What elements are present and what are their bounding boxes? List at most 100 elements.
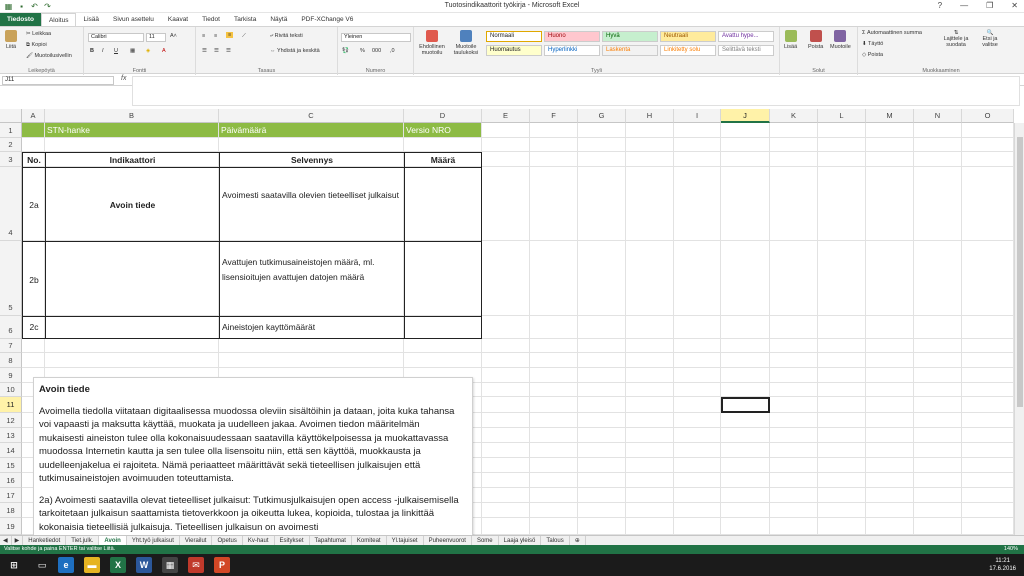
sheet-tab[interactable]: Esitykset [275, 536, 310, 545]
row-header-5[interactable]: 5 [0, 241, 22, 316]
grid-cell[interactable] [482, 428, 530, 443]
grid-cell[interactable] [818, 316, 866, 339]
grid-cell[interactable] [674, 473, 721, 488]
grid-cell[interactable] [962, 167, 1014, 241]
grid-cell[interactable] [962, 368, 1014, 383]
grid-cell[interactable] [674, 428, 721, 443]
grid-cell[interactable] [45, 353, 219, 368]
grid-cell[interactable] [626, 316, 674, 339]
cell-style-7[interactable]: Laskenta [602, 45, 658, 56]
grid-cell[interactable] [626, 458, 674, 473]
grid-cell[interactable] [914, 397, 962, 413]
grid-cell[interactable] [866, 488, 914, 503]
grid-cell[interactable] [530, 473, 578, 488]
row-header-6[interactable]: 6 [0, 316, 22, 339]
grid-cell[interactable] [674, 413, 721, 428]
column-header-n[interactable]: N [914, 109, 962, 123]
grid-cell[interactable] [721, 316, 770, 339]
grid-cell[interactable] [914, 123, 962, 138]
grid-cell[interactable] [818, 138, 866, 152]
column-header-a[interactable]: A [22, 109, 45, 123]
grid-cell[interactable] [770, 316, 818, 339]
grid-cell[interactable] [818, 353, 866, 368]
grid-cell[interactable] [578, 473, 626, 488]
grid-cell[interactable] [721, 152, 770, 167]
grid-cell[interactable] [482, 353, 530, 368]
grid-cell[interactable] [530, 383, 578, 397]
grid-cell[interactable] [482, 413, 530, 428]
grid-cell[interactable] [626, 383, 674, 397]
grid-cell[interactable] [721, 518, 770, 535]
grid-cell[interactable] [866, 458, 914, 473]
task-view-icon[interactable]: ▭ [34, 557, 50, 573]
grid-cell[interactable] [914, 413, 962, 428]
grid-cell[interactable] [482, 152, 530, 167]
row-header-8[interactable]: 8 [0, 353, 22, 368]
grid-cell[interactable] [721, 503, 770, 518]
grid-cell[interactable] [866, 473, 914, 488]
cell-style-0[interactable]: Normaali [486, 31, 542, 42]
grid-cell[interactable] [530, 167, 578, 241]
grid-cell[interactable] [219, 138, 404, 152]
grid-cell[interactable] [530, 152, 578, 167]
grid-cell[interactable] [674, 503, 721, 518]
grid-cell[interactable] [578, 443, 626, 458]
grid-cell[interactable] [818, 428, 866, 443]
sheet-tab[interactable]: Yl.tajuiset [387, 536, 424, 545]
grid-cell[interactable] [674, 241, 721, 316]
minimize-icon[interactable]: — [960, 1, 968, 10]
info-textbox[interactable]: Avoin tiede Avoimella tiedolla viitataan… [33, 377, 473, 537]
grid-cell[interactable] [962, 241, 1014, 316]
sheet-tab[interactable]: Komiteat [352, 536, 387, 545]
autosum-button[interactable]: Σ Automaattinen summa [862, 30, 922, 36]
grid-cell[interactable] [219, 353, 404, 368]
grid-cell[interactable] [578, 413, 626, 428]
row-header-2[interactable]: 2 [0, 138, 22, 152]
currency-icon[interactable]: 💱 [342, 48, 349, 54]
grid-cell[interactable] [530, 443, 578, 458]
grid-cell[interactable] [530, 241, 578, 316]
column-header-m[interactable]: M [866, 109, 914, 123]
grid-cell[interactable] [770, 368, 818, 383]
row-header-10[interactable]: 10 [0, 383, 22, 397]
row-header-12[interactable]: 12 [0, 413, 22, 428]
italic-icon[interactable]: I [102, 48, 104, 54]
align-bottom-icon[interactable]: ≡ [226, 32, 234, 38]
name-box[interactable]: J11 [2, 76, 114, 85]
cell-a5[interactable]: 2b [22, 241, 46, 317]
grid-cell[interactable] [530, 353, 578, 368]
grid-cell[interactable] [770, 339, 818, 353]
grid-cell[interactable] [578, 458, 626, 473]
delete-cells-button[interactable]: Poista [808, 30, 823, 50]
grid-cell[interactable] [770, 353, 818, 368]
cell-d4[interactable] [404, 167, 482, 242]
system-clock[interactable]: 11:21 17.6.2016 [989, 557, 1016, 573]
grid-cell[interactable] [626, 353, 674, 368]
cell-c3[interactable]: Selvennys [219, 152, 405, 168]
grid-cell[interactable] [770, 518, 818, 535]
cell-style-4[interactable]: Avattu hype... [718, 31, 774, 42]
row-header-9[interactable]: 9 [0, 368, 22, 383]
formula-input[interactable] [132, 76, 1020, 106]
grid-cell[interactable] [674, 488, 721, 503]
cell-a4[interactable]: 2a [22, 167, 46, 242]
grid-cell[interactable] [530, 316, 578, 339]
grid-cell[interactable] [818, 152, 866, 167]
powerpoint-taskbar-icon[interactable]: P [214, 557, 230, 573]
tab-formulas[interactable]: Kaavat [161, 13, 195, 26]
grid-cell[interactable] [866, 353, 914, 368]
grid-cell[interactable] [482, 167, 530, 241]
grid-cell[interactable] [721, 138, 770, 152]
grid-cell[interactable] [45, 138, 219, 152]
grid-cell[interactable] [914, 458, 962, 473]
grid-cell[interactable] [578, 503, 626, 518]
row-header-11[interactable]: 11 [0, 397, 22, 413]
column-header-f[interactable]: F [530, 109, 578, 123]
grid-cell[interactable] [578, 316, 626, 339]
grid-cell[interactable] [721, 488, 770, 503]
grid-cell[interactable] [866, 123, 914, 138]
cell-style-8[interactable]: Linkitetty solu [660, 45, 716, 56]
close-icon[interactable]: ✕ [1011, 1, 1018, 10]
grid-cell[interactable] [914, 167, 962, 241]
grid-cell[interactable] [914, 138, 962, 152]
